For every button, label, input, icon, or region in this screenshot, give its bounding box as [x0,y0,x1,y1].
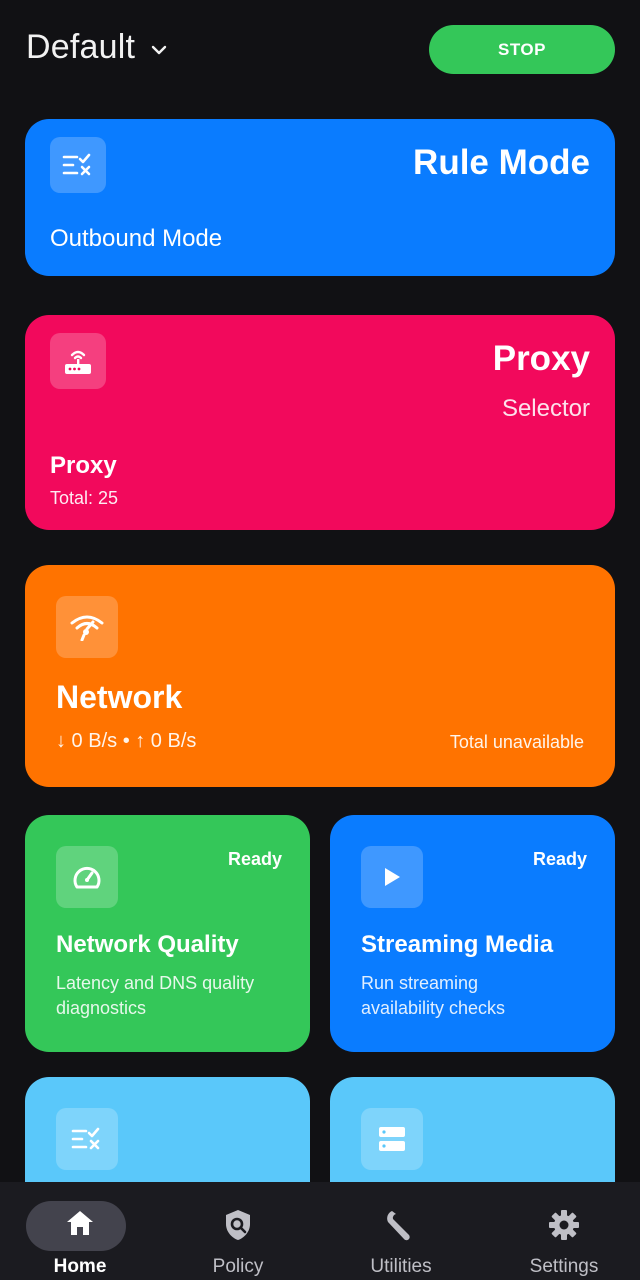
nav-policy-label: Policy [212,1256,264,1277]
stop-button[interactable]: STOP [429,25,615,74]
proxy-total: Total: 25 [50,488,119,508]
proxy-type: Selector [501,395,590,422]
speedometer-icon [56,846,118,908]
streaming-status: Ready [532,849,587,869]
proxy-title: Proxy [492,339,590,378]
network-card[interactable]: Network ↓ 0 B/s • ↑ 0 B/s Total unavaila… [25,565,615,787]
mode-subtitle: Outbound Mode [50,225,223,252]
home-icon [0,1208,160,1238]
nav-utilities[interactable]: Utilities [321,1182,481,1280]
proxy-card[interactable]: Proxy Selector Proxy Total: 25 [25,315,615,530]
play-icon [361,846,423,908]
proxy-group-name: Proxy [50,452,117,479]
quality-title: Network Quality [56,931,239,958]
nav-policy[interactable]: Policy [158,1182,318,1280]
quality-status: Ready [227,849,282,869]
wifi-signal-icon [56,596,118,658]
chevron-down-icon [151,45,167,54]
rule-list-icon [50,137,106,193]
server-icon [361,1108,423,1170]
wrench-icon [321,1208,481,1244]
streaming-description: Run streaming availability checks [361,973,506,1018]
network-total: Total unavailable [449,732,584,752]
profile-selector[interactable]: Default [26,28,167,67]
nav-utilities-label: Utilities [370,1256,432,1277]
streaming-title: Streaming Media [361,931,554,958]
streaming-media-card[interactable]: Ready Streaming Media Run streaming avai… [330,815,615,1052]
top-bar: Default STOP [0,0,640,100]
network-speed: ↓ 0 B/s • ↑ 0 B/s [56,730,197,752]
nav-settings-label: Settings [529,1256,599,1277]
profile-name: Default [26,28,136,66]
gear-icon [484,1208,640,1242]
network-quality-card[interactable]: Ready Network Quality Latency and DNS qu… [25,815,310,1052]
router-icon [50,333,106,389]
shield-search-icon [158,1208,318,1242]
nav-settings[interactable]: Settings [484,1182,640,1280]
bottom-navigation: Home Policy Utilities Settings [0,1182,640,1280]
nav-home[interactable]: Home [0,1182,160,1280]
quality-description: Latency and DNS quality diagnostics [56,973,255,1018]
mode-title: Rule Mode [413,143,590,182]
rule-list-icon [56,1108,118,1170]
network-title: Network [56,679,183,715]
outbound-mode-card[interactable]: Rule Mode Outbound Mode [25,119,615,276]
nav-home-label: Home [53,1256,107,1277]
